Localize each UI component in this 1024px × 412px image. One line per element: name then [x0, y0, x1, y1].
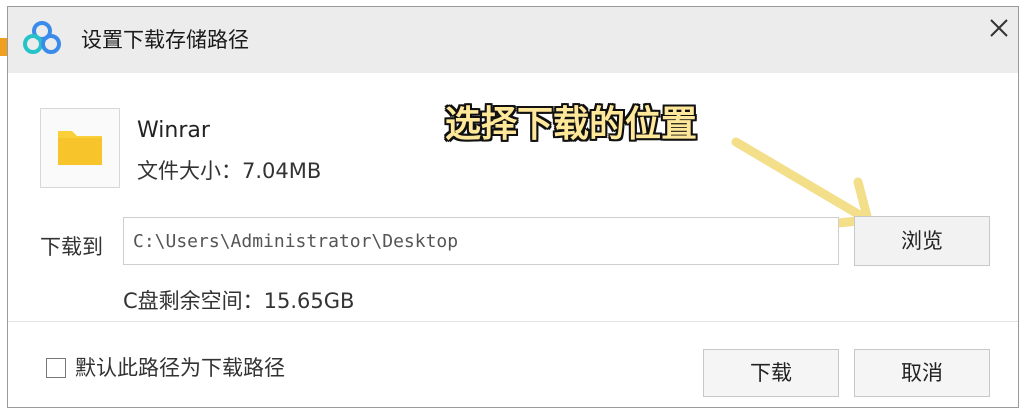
title-bar[interactable]: 设置下载存储路径: [8, 7, 1018, 73]
close-icon[interactable]: [984, 13, 1014, 43]
download-button[interactable]: 下载: [703, 349, 839, 397]
download-to-label: 下载到: [40, 235, 103, 259]
file-size: 文件大小：7.04MB: [137, 159, 322, 183]
disk-free-space: C盘剩余空间：15.65GB: [123, 289, 355, 313]
baidu-netdisk-logo-icon: [23, 21, 61, 54]
dialog-title: 设置下载存储路径: [81, 28, 249, 52]
download-path-dialog: 设置下载存储路径 Winrar 文件大小：7.04MB 选择下载的位置 下载到 …: [7, 6, 1019, 408]
footer-divider: [8, 321, 1018, 322]
default-path-label[interactable]: 默认此路径为下载路径: [75, 354, 285, 382]
download-path-input[interactable]: [123, 217, 839, 265]
browse-button[interactable]: 浏览: [854, 216, 990, 266]
annotation-label: 选择下载的位置: [445, 104, 698, 145]
folder-icon: [58, 131, 102, 165]
file-name: Winrar: [137, 118, 210, 143]
cancel-button[interactable]: 取消: [854, 349, 990, 397]
default-path-checkbox[interactable]: [46, 358, 66, 378]
file-thumbnail: [40, 108, 120, 188]
